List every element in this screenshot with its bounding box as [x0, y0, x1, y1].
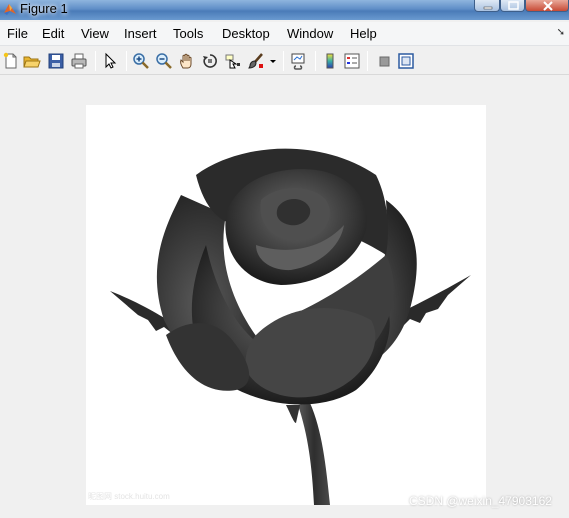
minimize-button[interactable]: [474, 0, 500, 12]
dock-arrow-icon[interactable]: ➘: [557, 27, 565, 38]
pan-hand-icon[interactable]: [178, 52, 196, 70]
save-icon[interactable]: [47, 52, 65, 70]
rotate-3d-icon[interactable]: [201, 52, 219, 70]
menu-window[interactable]: Window: [287, 26, 333, 41]
toolbar-separator: [95, 51, 96, 71]
figure-canvas[interactable]: 昵图网 stock.huitu.com CSDN @weixin_4790316…: [0, 76, 569, 518]
print-icon[interactable]: [70, 52, 88, 70]
menu-bar: File Edit View Insert Tools Desktop Wind…: [0, 22, 569, 46]
link-plot-icon[interactable]: [290, 52, 308, 70]
axes-image[interactable]: 昵图网 stock.huitu.com: [86, 105, 486, 505]
toolbar-separator: [315, 51, 316, 71]
data-cursor-icon[interactable]: [224, 52, 242, 70]
brush-icon[interactable]: [247, 52, 265, 70]
maximize-button[interactable]: [500, 0, 525, 12]
open-file-icon[interactable]: [23, 52, 41, 70]
insert-colorbar-icon[interactable]: [321, 52, 339, 70]
close-button[interactable]: [525, 0, 569, 12]
zoom-out-icon[interactable]: [155, 52, 173, 70]
new-figure-icon[interactable]: [2, 52, 20, 70]
toolbar-separator: [126, 51, 127, 71]
image-watermark: 昵图网 stock.huitu.com: [88, 492, 170, 501]
window-title: Figure 1: [20, 1, 68, 16]
menu-tools[interactable]: Tools: [173, 26, 203, 41]
figure-toolbar: [0, 47, 569, 75]
insert-legend-icon[interactable]: [343, 52, 361, 70]
rose-image: [110, 148, 471, 505]
select-arrow-icon[interactable]: [101, 52, 119, 70]
zoom-in-icon[interactable]: [132, 52, 150, 70]
menu-insert[interactable]: Insert: [124, 26, 157, 41]
toolbar-separator: [367, 51, 368, 71]
menu-file[interactable]: File: [7, 26, 28, 41]
hide-plot-tools-icon[interactable]: [375, 52, 393, 70]
menu-desktop[interactable]: Desktop: [222, 26, 270, 41]
toolbar-separator: [283, 51, 284, 71]
matlab-logo-icon: [3, 2, 17, 16]
menu-view[interactable]: View: [81, 26, 109, 41]
brush-dropdown-icon[interactable]: [269, 52, 277, 70]
show-plot-tools-icon[interactable]: [397, 52, 415, 70]
menu-help[interactable]: Help: [350, 26, 377, 41]
title-bar[interactable]: Figure 1: [0, 0, 569, 20]
menu-edit[interactable]: Edit: [42, 26, 64, 41]
csdn-watermark: CSDN @weixin_47903162: [409, 494, 552, 508]
